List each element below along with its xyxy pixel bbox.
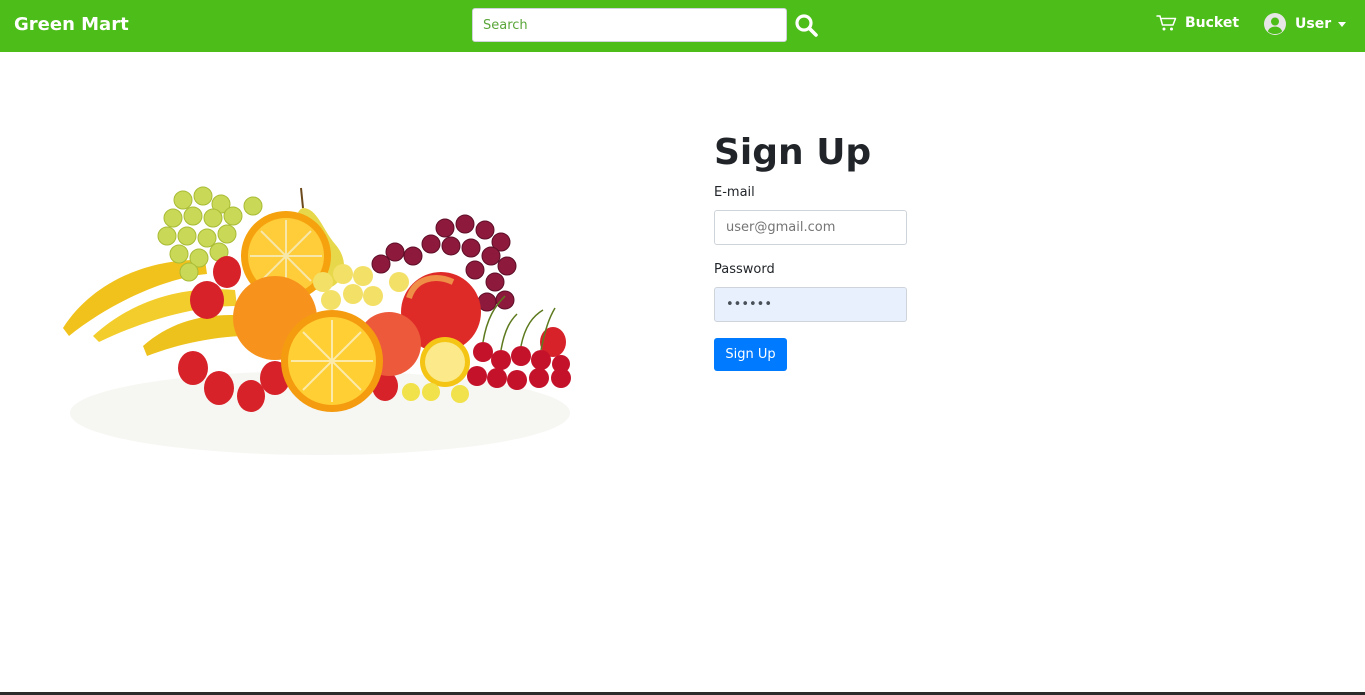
password-field[interactable] xyxy=(714,287,907,322)
search-icon[interactable] xyxy=(793,12,819,38)
user-dropdown[interactable]: User xyxy=(1263,12,1347,36)
signup-form: Sign Up E-mail Password Sign Up xyxy=(714,130,1014,371)
email-label: E-mail xyxy=(714,185,755,200)
password-label: Password xyxy=(714,262,775,277)
user-avatar-icon xyxy=(1263,12,1287,36)
bucket-label: Bucket xyxy=(1185,15,1240,31)
cart-icon xyxy=(1156,14,1178,32)
brand-logo[interactable]: Green Mart xyxy=(14,13,129,37)
user-label: User xyxy=(1295,16,1332,32)
sign-up-button[interactable]: Sign Up xyxy=(714,338,787,371)
search-input[interactable] xyxy=(472,8,787,42)
search-bar xyxy=(472,8,819,42)
top-navbar: Green Mart Bucket User xyxy=(0,0,1365,52)
email-field[interactable] xyxy=(714,210,907,245)
bucket-link[interactable]: Bucket xyxy=(1156,14,1239,32)
page-title: Sign Up xyxy=(714,132,872,173)
chevron-down-icon xyxy=(1338,21,1347,27)
fruit-hero-image xyxy=(55,178,577,458)
